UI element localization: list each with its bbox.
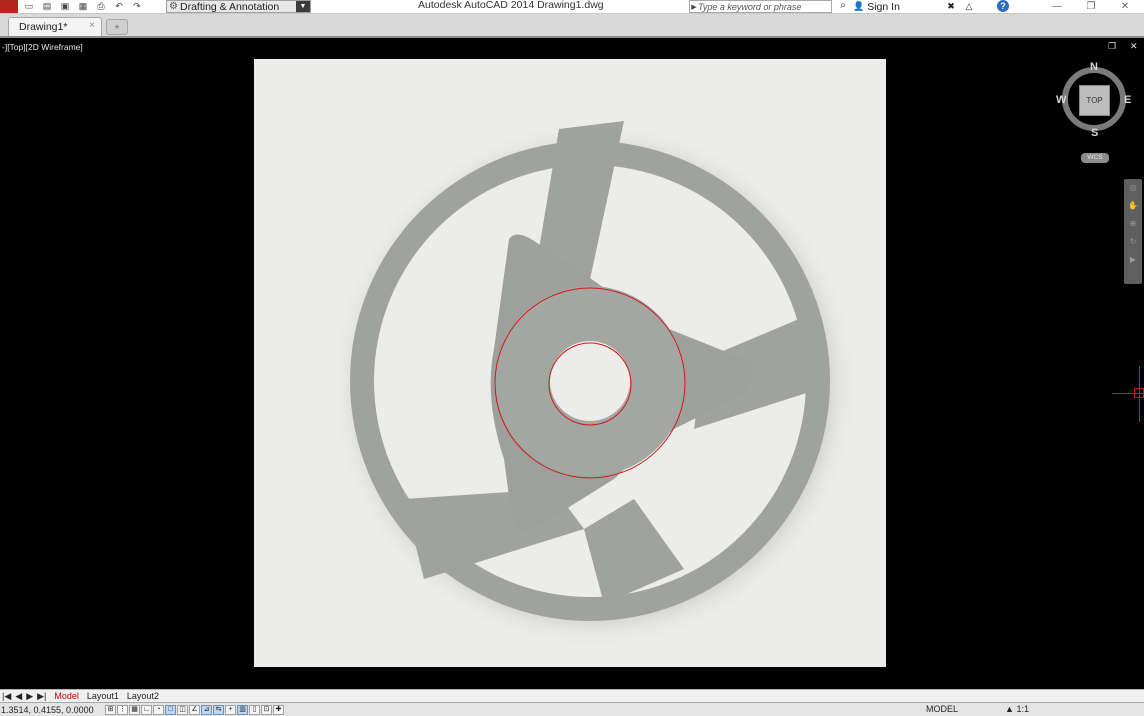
object-snap-icon[interactable]: □ xyxy=(165,704,176,715)
tab-layout1[interactable]: Layout1 xyxy=(87,691,119,701)
annotation-scale[interactable]: ▲ 1:1 xyxy=(1005,704,1029,714)
save-icon[interactable]: ▣ xyxy=(58,1,72,12)
tab-layout2[interactable]: Layout2 xyxy=(127,691,159,701)
last-layout-icon[interactable]: ▶| xyxy=(37,691,46,702)
workspace-dropdown[interactable]: ⚙ Drafting & Annotation ▼ xyxy=(166,0,311,13)
quick-access-toolbar: ▭ ▤ ▣ ▦ ⎙ ↶ ↷ xyxy=(0,0,144,13)
user-icon: 👤 xyxy=(853,1,865,11)
lineweight-icon[interactable]: + xyxy=(225,704,236,715)
compass-south[interactable]: S xyxy=(1091,127,1098,139)
first-layout-icon[interactable]: |◀ xyxy=(2,691,11,702)
model-space-toggle[interactable]: MODEL xyxy=(926,704,958,714)
viewport-controls-label[interactable]: -][Top][2D Wireframe] xyxy=(2,42,83,52)
restore-button[interactable]: ❐ xyxy=(1074,0,1108,13)
viewcube[interactable]: TOP N S E W xyxy=(1056,61,1132,140)
zoom-icon[interactable]: ⊕ xyxy=(1126,219,1140,233)
drawing-image-wheel xyxy=(254,59,886,667)
layout-tab-bar: |◀ ◀ ▶ ▶| Model Layout1 Layout2 xyxy=(0,689,1144,702)
prev-layout-icon[interactable]: ◀ xyxy=(15,691,22,702)
coordinates-readout[interactable]: 1.3514, 0.4155, 0.0000 xyxy=(0,705,105,715)
binoculars-icon[interactable]: ⌕ xyxy=(836,0,850,13)
infer-constraints-icon[interactable]: ⊞ xyxy=(105,704,116,715)
annotation-scale-icon: ▲ xyxy=(1005,704,1014,714)
window-title: Autodesk AutoCAD 2014 Drawing1.dwg xyxy=(418,0,604,11)
search-input[interactable]: ▶ Type a keyword or phrase xyxy=(689,0,832,13)
dynamic-ucs-icon[interactable]: ⊿ xyxy=(201,704,212,715)
pan-icon[interactable]: ✋ xyxy=(1126,201,1140,215)
tab-label: Drawing1* xyxy=(19,21,68,33)
close-button[interactable]: ✕ xyxy=(1108,0,1142,13)
exchange-icon[interactable]: ✖ xyxy=(944,0,958,13)
object-snap-tracking-icon[interactable]: ∠ xyxy=(189,704,200,715)
3d-object-snap-icon[interactable]: ◫ xyxy=(177,704,188,715)
compass-east[interactable]: E xyxy=(1124,94,1131,106)
wcs-menu[interactable]: WCS xyxy=(1081,153,1109,163)
selection-cycling-icon[interactable]: ⊡ xyxy=(261,704,272,715)
new-tab-button[interactable]: + xyxy=(106,19,128,35)
sign-in-button[interactable]: 👤 Sign In xyxy=(853,0,900,13)
viewport-restore-icon[interactable]: ❐ xyxy=(1108,41,1116,52)
help-button[interactable]: ? xyxy=(997,0,1009,12)
orbit-icon[interactable]: ↻ xyxy=(1126,237,1140,251)
dynamic-input-icon[interactable]: ⇆ xyxy=(213,704,224,715)
transparency-icon[interactable]: ▥ xyxy=(237,704,248,715)
crosshair-pickbox xyxy=(1134,388,1144,398)
next-layout-icon[interactable]: ▶ xyxy=(26,691,33,702)
minimize-button[interactable]: — xyxy=(1040,0,1074,13)
annotation-monitor-icon[interactable]: ✚ xyxy=(273,704,284,715)
autodesk-360-icon[interactable]: △ xyxy=(962,0,976,13)
close-icon[interactable]: × xyxy=(89,20,95,31)
quick-properties-icon[interactable]: ▯ xyxy=(249,704,260,715)
search-expand-icon[interactable]: ▶ xyxy=(690,3,698,11)
annotation-scale-value: 1:1 xyxy=(1016,704,1029,714)
compass-west[interactable]: W xyxy=(1056,94,1066,106)
gear-icon: ⚙ xyxy=(169,1,178,12)
navigation-bar: ◎ ✋ ⊕ ↻ ▶ xyxy=(1124,179,1142,284)
snap-mode-icon[interactable]: ⋮ xyxy=(117,704,128,715)
steeringwheel-icon[interactable]: ◎ xyxy=(1126,183,1140,197)
sign-in-label: Sign In xyxy=(867,0,900,13)
tab-model[interactable]: Model xyxy=(54,691,79,701)
showmotion-icon[interactable]: ▶ xyxy=(1126,255,1140,269)
status-bar: 1.3514, 0.4155, 0.0000 ⊞ ⋮ ▦ ∟ ◔ □ ◫ ∠ ⊿… xyxy=(0,702,1144,716)
application-menu-button[interactable] xyxy=(0,0,18,13)
compass-north[interactable]: N xyxy=(1090,61,1098,73)
redo-icon[interactable]: ↷ xyxy=(130,1,144,12)
new-icon[interactable]: ▭ xyxy=(22,1,36,12)
viewcube-top-face[interactable]: TOP xyxy=(1079,85,1110,116)
open-icon[interactable]: ▤ xyxy=(40,1,54,12)
undo-icon[interactable]: ↶ xyxy=(112,1,126,12)
grid-display-icon[interactable]: ▦ xyxy=(129,704,140,715)
search-placeholder: Type a keyword or phrase xyxy=(698,1,802,12)
title-bar: ▭ ▤ ▣ ▦ ⎙ ↶ ↷ ⚙ Drafting & Annotation ▼ … xyxy=(0,0,1144,14)
tab-drawing1[interactable]: Drawing1* × xyxy=(8,17,102,36)
polar-tracking-icon[interactable]: ◔ xyxy=(153,704,164,715)
chevron-down-icon[interactable]: ▼ xyxy=(296,1,310,12)
workspace-label: Drafting & Annotation xyxy=(180,0,280,13)
print-icon[interactable]: ⎙ xyxy=(94,1,108,12)
save-as-icon[interactable]: ▦ xyxy=(76,1,90,12)
viewport-close-icon[interactable]: ✕ xyxy=(1130,41,1138,52)
file-tab-bar: Drawing1* × + xyxy=(0,14,1144,38)
ortho-mode-icon[interactable]: ∟ xyxy=(141,704,152,715)
